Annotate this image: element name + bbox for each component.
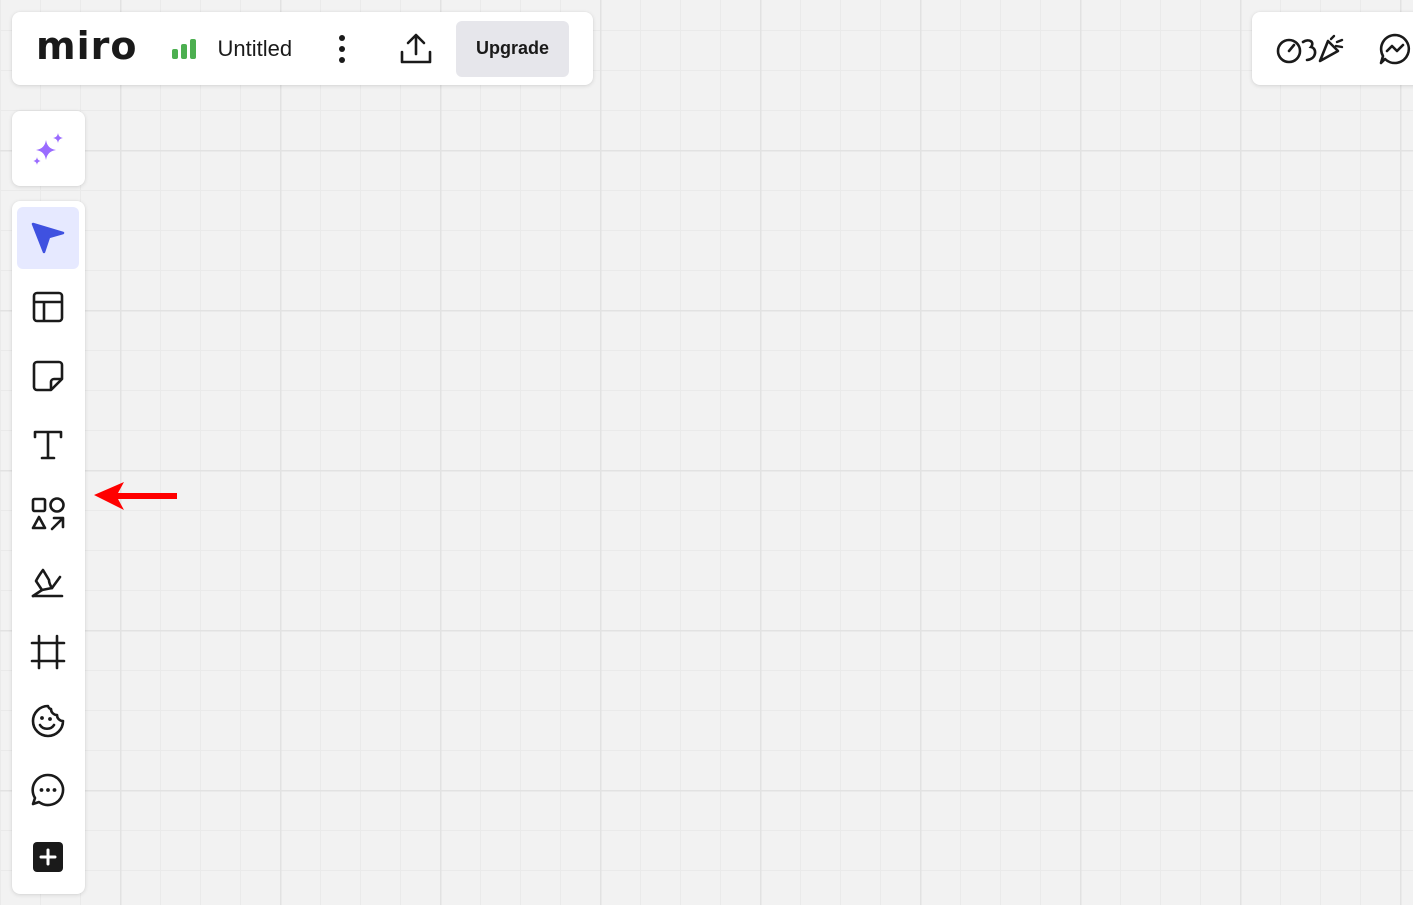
sticky-note-tool[interactable] [17, 345, 79, 407]
pen-icon [31, 568, 64, 598]
comment-tool[interactable] [17, 759, 79, 821]
board-header: miro Untitled Upgrade [12, 12, 593, 85]
sticky-note-icon [32, 360, 64, 392]
miro-logo[interactable]: miro [36, 27, 137, 65]
frame-tool[interactable] [17, 621, 79, 683]
shapes-icon [31, 497, 65, 531]
upload-icon [400, 33, 432, 63]
frame-icon [30, 634, 66, 670]
red-arrow-icon [94, 482, 178, 517]
ai-panel [12, 111, 85, 186]
cursor-arrow-icon [31, 222, 65, 254]
collaboration-bar [1252, 12, 1413, 85]
template-layout-icon [32, 291, 64, 323]
export-button[interactable] [396, 29, 436, 69]
stickers-tool[interactable] [17, 690, 79, 752]
sticker-icon [31, 704, 65, 738]
templates-tool[interactable] [17, 276, 79, 338]
text-icon [33, 430, 63, 460]
ai-assist-button[interactable] [32, 132, 66, 166]
board-title[interactable]: Untitled [217, 36, 292, 62]
more-vertical-icon [339, 34, 346, 63]
reactions-icon[interactable] [1276, 33, 1346, 65]
chat-icon[interactable] [1378, 32, 1412, 66]
text-tool[interactable] [17, 414, 79, 476]
pen-tool[interactable] [17, 552, 79, 614]
upgrade-button[interactable]: Upgrade [456, 20, 570, 77]
board-menu-button[interactable] [330, 29, 354, 69]
plus-square-icon [33, 842, 63, 872]
signal-bars-icon[interactable] [171, 38, 197, 60]
select-tool[interactable] [17, 207, 79, 269]
shapes-tool[interactable] [17, 483, 79, 545]
sparkles-icon [32, 132, 63, 165]
creation-toolbar [12, 201, 85, 894]
more-apps-tool[interactable] [17, 826, 79, 888]
comment-icon [31, 773, 65, 807]
